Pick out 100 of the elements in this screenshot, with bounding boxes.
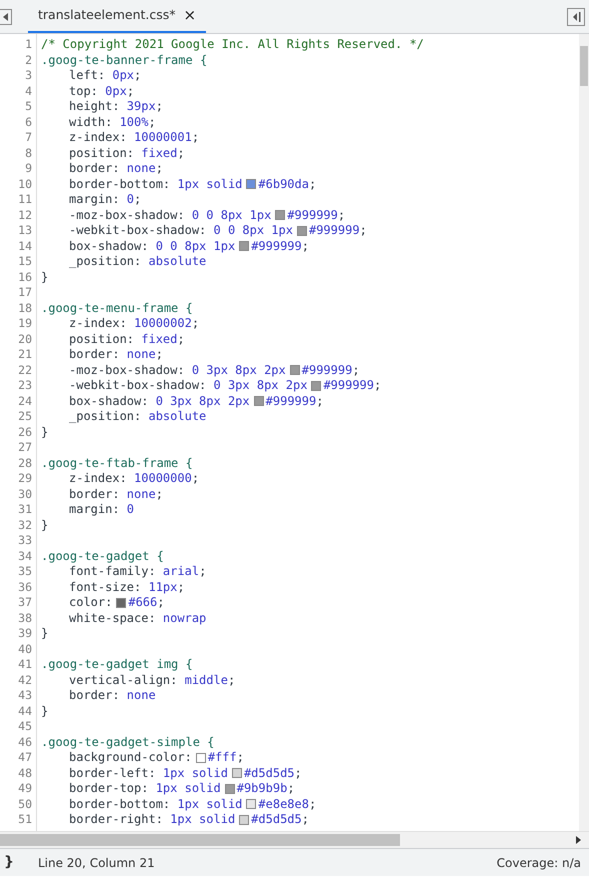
line-number: 15 [17,254,32,270]
line-number: 46 [17,734,32,750]
code-text: box-shadow: 0 0 8px 1px [69,238,236,254]
color-swatch[interactable] [196,752,206,763]
line-number: 37 [17,595,32,610]
line-number: 12 [17,208,32,223]
code-text: #999999; [266,394,324,409]
line-number: 16 [17,270,32,285]
code-text: border: none; [69,161,163,176]
line-number: 36 [17,580,32,595]
caret-left-icon [2,12,8,20]
scrollbar-thumb[interactable] [0,834,400,846]
line-number: 11 [17,192,32,208]
code-text: z-index: 10000002; [69,316,200,332]
line-number: 44 [17,704,32,719]
line-number: 3 [24,68,32,84]
code-text: -moz-box-shadow: 0 3px 8px 2px [69,362,286,378]
color-swatch[interactable] [275,210,286,220]
line-number: 30 [17,486,32,502]
sidebar-toggle-button[interactable] [567,8,585,26]
line-number: 7 [24,130,32,146]
scroll-right-icon[interactable] [576,836,581,844]
line-number: 47 [17,750,32,766]
line-number: 5 [24,99,32,114]
code-text: position: fixed; [69,146,185,161]
line-number: 33 [17,533,32,548]
code-text: margin: 0; [69,192,142,208]
color-swatch[interactable] [254,396,264,406]
code-text: .goog-te-menu-frame { [41,300,193,316]
line-number: 42 [17,672,32,688]
line-number: 49 [17,781,32,796]
code-text: _position: absolute [69,409,206,424]
code-text: vertical-align: middle; [69,672,236,688]
code-text: font-size: 11px; [69,580,185,595]
line-number: 40 [17,642,32,657]
line-number: 23 [17,378,32,394]
color-swatch[interactable] [290,365,300,376]
code-text: #9b9b9b; [236,781,295,796]
line-number: 4 [24,84,32,99]
code-text: background-color: [69,750,192,766]
code-text: } [41,704,48,719]
line-number: 28 [17,456,32,471]
code-text: } [41,518,48,533]
code-text: -webkit-box-shadow: 0 3px 8px 2px [69,378,308,394]
code-text: color: [69,595,112,610]
line-number: 21 [17,347,32,362]
code-text: border-top: 1px solid [69,781,221,796]
line-number: 17 [17,285,32,300]
code-text: border: none; [69,347,163,362]
code-text: box-shadow: 0 3px 8px 2px [69,394,250,409]
code-text: /* Copyright 2021 Google Inc. All Rights Reserved. */ [41,37,424,52]
line-number: 1 [24,37,32,52]
color-swatch[interactable] [224,784,235,794]
code-text: #d5d5d5; [244,766,302,781]
line-number: 50 [17,796,32,812]
code-text: position: fixed; [69,332,185,347]
color-swatch[interactable] [116,598,126,608]
code-text: } [41,626,48,642]
panel-toggle-button[interactable] [0,8,12,24]
code-text: white-space: nowrap [69,610,206,626]
code-text: border-bottom: 1px solid [69,176,242,192]
code-text: #999999; [251,238,309,254]
color-swatch[interactable] [246,799,256,810]
line-number: 45 [17,719,32,734]
code-text: .goog-te-gadget img { [41,657,193,672]
color-swatch[interactable] [296,226,307,236]
code-text: margin: 0 [69,502,134,518]
line-number: 34 [17,548,32,564]
scrollbar-thumb[interactable] [580,46,588,86]
line-number: 9 [24,161,32,176]
line-number: 19 [17,316,32,332]
pretty-print-button[interactable]: } [0,852,14,873]
color-swatch[interactable] [311,380,322,391]
code-text: left: 0px; [69,68,142,84]
line-number: 14 [17,238,32,254]
line-number: 32 [17,518,32,533]
code-text: border-left: 1px solid [69,766,228,781]
line-number: 2 [24,52,32,68]
code-text: .goog-te-gadget-simple { [41,734,214,750]
color-swatch[interactable] [239,241,250,252]
code-text: -webkit-box-shadow: 0 0 8px 1px [69,223,293,238]
line-number: 26 [17,424,32,440]
line-number: 24 [17,394,32,409]
code-text: #fff; [208,750,244,766]
line-number: 43 [17,688,32,704]
code-text: top: 0px; [69,84,134,99]
color-swatch[interactable] [246,179,256,190]
code-text: .goog-te-banner-frame { [41,52,208,68]
code-text: .goog-te-gadget { [41,548,164,564]
line-number: 38 [17,610,32,626]
line-number: 20 [17,332,32,347]
line-number: 48 [17,766,32,781]
line-number: 29 [17,471,32,486]
line-number: 8 [24,146,32,161]
color-swatch[interactable] [239,814,250,825]
code-text: } [41,424,48,440]
close-icon[interactable]: × [184,8,196,23]
code-text: height: 39px; [69,99,163,114]
color-swatch[interactable] [232,768,242,778]
line-number: 25 [17,409,32,424]
